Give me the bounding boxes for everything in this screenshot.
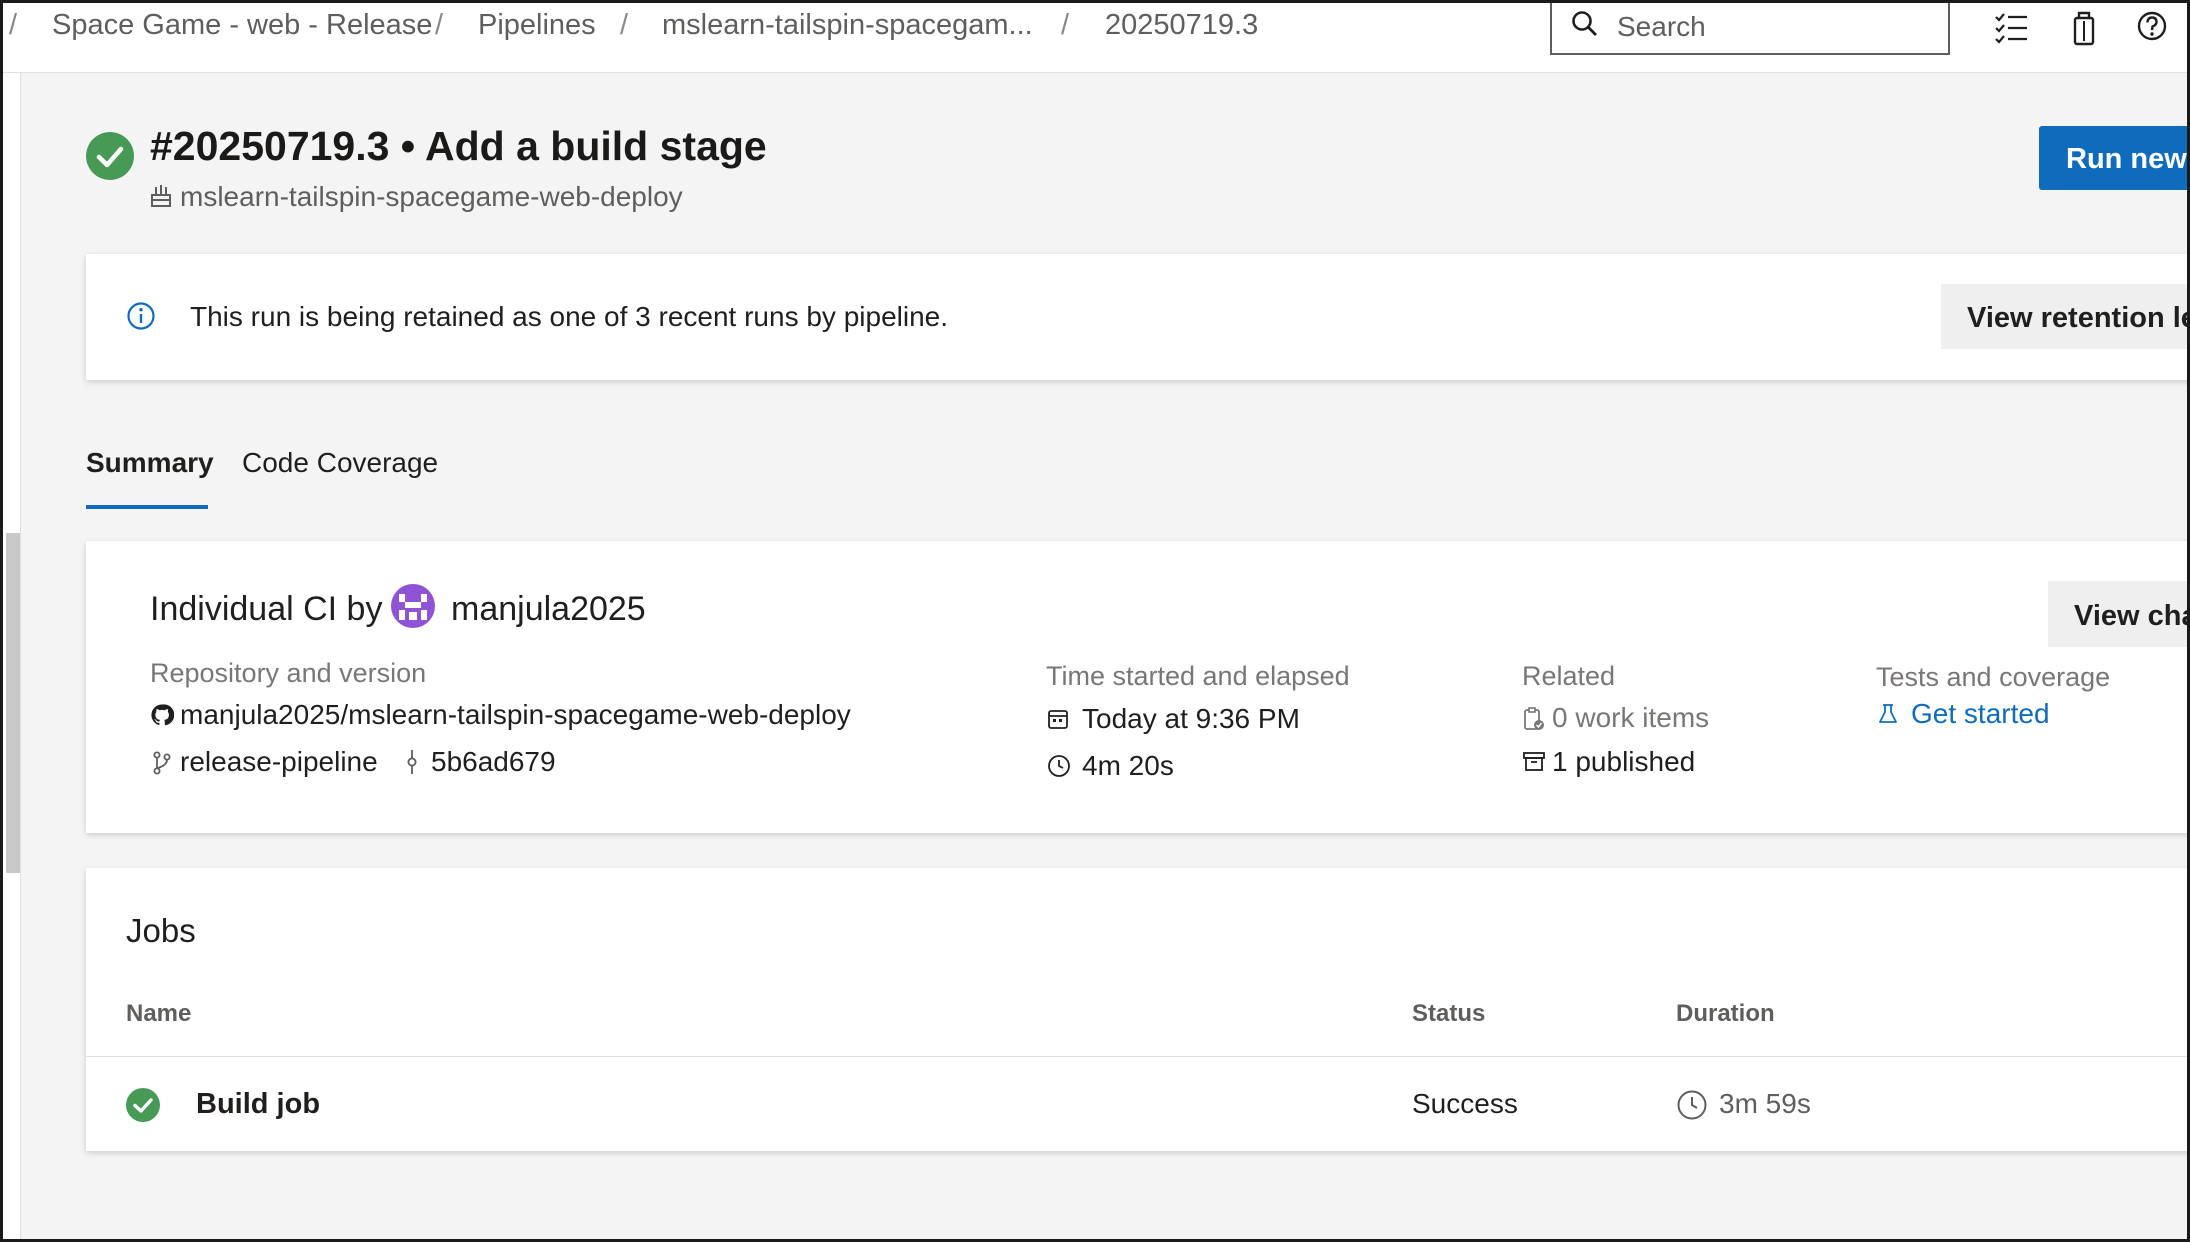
breadcrumb-separator: / (620, 9, 629, 41)
marketplace-bag-icon[interactable] (2065, 9, 2103, 47)
github-icon (151, 704, 174, 726)
view-changes-button[interactable]: View cha (2048, 581, 2187, 647)
info-icon (127, 302, 155, 330)
duration-clock-icon (1677, 1090, 1707, 1120)
work-items-icon (1524, 707, 1544, 730)
start-time: Today at 9:36 PM (1082, 703, 1300, 734)
tab-summary[interactable]: Summary (86, 447, 214, 479)
breadcrumb-separator: / (435, 9, 444, 41)
tests-label: Tests and coverage (1876, 662, 2111, 692)
retention-message: This run is being retained as one of 3 r… (190, 301, 949, 332)
column-header-name: Name (126, 1000, 192, 1027)
jobs-heading: Jobs (126, 912, 196, 949)
user-avatar (391, 584, 435, 628)
branch-icon (153, 751, 171, 775)
breadcrumb-separator: / (9, 9, 18, 41)
job-duration: 3m 59s (1719, 1088, 1811, 1119)
job-success-icon (126, 1088, 160, 1122)
related-label: Related (1522, 661, 1616, 691)
top-bar: / Space Game - web - Release / Pipelines… (3, 3, 2187, 73)
artifact-icon (1523, 752, 1545, 771)
calendar-icon (1048, 710, 1068, 729)
branch-link[interactable]: release-pipeline (180, 746, 378, 778)
search-box[interactable]: Search (1550, 3, 1950, 55)
repository-link[interactable]: manjula2025/mslearn-tailspin-spacegame-w… (180, 699, 851, 731)
breadcrumb-pipeline[interactable]: mslearn-tailspin-spacegam... (662, 9, 1033, 42)
elapsed-time: 4m 20s (1082, 750, 1174, 781)
column-header-duration: Duration (1676, 1000, 1775, 1027)
nav-scrollbar[interactable] (6, 533, 20, 873)
trigger-user[interactable]: manjula2025 (451, 590, 646, 629)
time-label: Time started and elapsed (1046, 661, 1350, 691)
search-input[interactable]: Search (1617, 11, 1706, 43)
jobs-card: Jobs Name Status Duration Build job Succ… (86, 868, 2187, 1151)
app-window: / Space Game - web - Release / Pipelines… (0, 0, 2190, 1242)
run-status-success-icon (86, 132, 134, 180)
published-artifacts-link[interactable]: 1 published (1552, 746, 1695, 778)
commit-link[interactable]: 5b6ad679 (431, 746, 556, 778)
pipeline-icon (151, 185, 171, 207)
run-title: #20250719.3 • Add a build stage (150, 123, 767, 169)
run-new-button[interactable]: Run new (2039, 126, 2187, 190)
run-summary-card: Individual CI by manjula2025 View cha Re… (86, 541, 2187, 833)
task-list-icon[interactable] (1993, 9, 2031, 47)
retention-banner: This run is being retained as one of 3 r… (86, 254, 2187, 380)
job-name[interactable]: Build job (196, 1088, 320, 1121)
column-header-status: Status (1412, 1000, 1486, 1027)
test-beaker-icon (1879, 704, 1897, 723)
search-icon (1572, 11, 1597, 36)
trigger-description: Individual CI by (150, 590, 383, 628)
clock-icon (1048, 755, 1070, 777)
tab-code-coverage[interactable]: Code Coverage (242, 447, 438, 479)
job-status: Success (1412, 1088, 1518, 1119)
breadcrumb-pipelines[interactable]: Pipelines (478, 9, 596, 42)
breadcrumb-run[interactable]: 20250719.3 (1105, 9, 1258, 42)
get-started-link[interactable]: Get started (1911, 698, 2050, 730)
table-divider (86, 1056, 2187, 1057)
repository-label: Repository and version (150, 658, 427, 688)
breadcrumb-project[interactable]: Space Game - web - Release (52, 9, 432, 42)
pipeline-name-link[interactable]: mslearn-tailspin-spacegame-web-deploy (180, 181, 683, 213)
view-retention-leases-button[interactable]: View retention lea (1941, 284, 2187, 349)
commit-icon (407, 750, 417, 774)
breadcrumb-separator: / (1061, 9, 1070, 41)
tab-selected-indicator (86, 505, 208, 509)
work-items-link[interactable]: 0 work items (1552, 702, 1709, 734)
help-icon[interactable] (2133, 9, 2171, 47)
left-nav-rail (3, 73, 21, 1239)
